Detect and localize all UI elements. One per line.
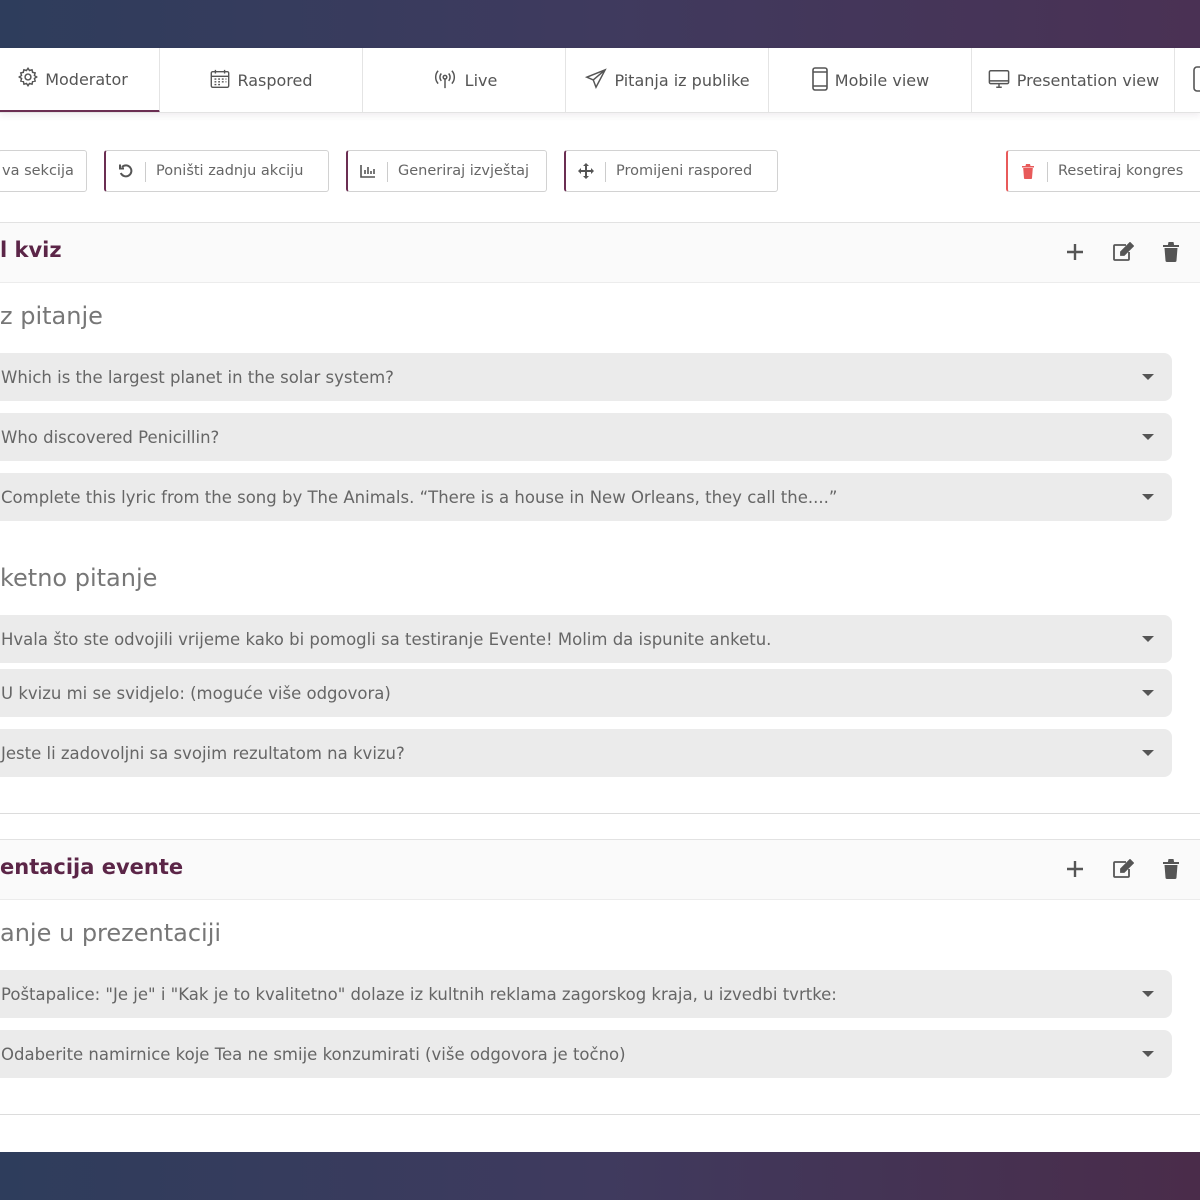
section-title: l kviz	[0, 238, 62, 262]
question-text: Which is the largest planet in the solar…	[1, 367, 394, 387]
undo-icon	[106, 151, 146, 191]
bottom-footer-bar	[0, 1152, 1200, 1200]
section-header: l kviz	[0, 222, 1200, 283]
plus-icon[interactable]	[1064, 858, 1086, 880]
caret-down-icon[interactable]	[1142, 494, 1154, 500]
caret-down-icon[interactable]	[1142, 636, 1154, 642]
mobile-icon	[811, 66, 829, 95]
calendar-icon	[209, 68, 231, 94]
group-title: ketno pitanje	[0, 564, 158, 592]
bar-chart-icon	[348, 151, 388, 191]
group-title: anje u prezentaciji	[0, 919, 222, 947]
question-text: Odaberite namirnice koje Tea ne smije ko…	[1, 1044, 626, 1064]
trash-icon	[1008, 151, 1048, 191]
paper-plane-icon	[584, 67, 608, 94]
question-row[interactable]: U kvizu mi se svidjelo: (moguće više odg…	[0, 669, 1172, 717]
question-text: U kvizu mi se svidjelo: (moguće više odg…	[1, 683, 391, 703]
new-section-button[interactable]: va sekcija	[0, 150, 87, 192]
rearrange-label: Promijeni raspored	[616, 163, 753, 179]
tab-label: Live	[464, 71, 498, 90]
undo-button[interactable]: Poništi zadnju akciju	[104, 150, 329, 192]
question-row[interactable]: Poštapalice: "Je je" i "Kak je to kvalit…	[0, 970, 1172, 1018]
main-tabs: Moderator Raspored Live Pitanja iz publi…	[0, 48, 1200, 113]
generate-report-button[interactable]: Generiraj izvještaj	[346, 150, 547, 192]
question-row[interactable]: Jeste li zadovoljni sa svojim rezultatom…	[0, 729, 1172, 777]
question-text: Jeste li zadovoljni sa svojim rezultatom…	[1, 743, 405, 763]
caret-down-icon[interactable]	[1142, 434, 1154, 440]
question-row[interactable]: Odaberite namirnice koje Tea ne smije ko…	[0, 1030, 1172, 1078]
tab-live[interactable]: Live	[363, 48, 566, 112]
question-text: Poštapalice: "Je je" i "Kak je to kvalit…	[1, 984, 837, 1004]
tab-mobile-view[interactable]: Mobile view	[769, 48, 972, 112]
edit-icon[interactable]	[1112, 241, 1134, 263]
move-arrows-icon	[566, 151, 606, 191]
tab-more[interactable]	[1175, 48, 1200, 112]
question-text: Hvala što ste odvojili vrijeme kako bi p…	[1, 629, 772, 649]
broadcast-icon	[431, 68, 459, 94]
caret-down-icon[interactable]	[1142, 690, 1154, 696]
tab-more-icon	[1193, 65, 1200, 96]
tab-raspored[interactable]: Raspored	[160, 48, 363, 112]
new-section-label: va sekcija	[2, 163, 74, 179]
tab-pitanja-iz-publike[interactable]: Pitanja iz publike	[566, 48, 769, 112]
section-title: entacija evente	[0, 855, 184, 879]
question-row[interactable]: Which is the largest planet in the solar…	[0, 353, 1172, 401]
generate-report-label: Generiraj izvještaj	[398, 163, 530, 179]
group-title: z pitanje	[0, 302, 103, 330]
edit-icon[interactable]	[1112, 858, 1134, 880]
caret-down-icon[interactable]	[1142, 991, 1154, 997]
question-row[interactable]: Who discovered Penicillin?	[0, 413, 1172, 461]
trash-icon[interactable]	[1160, 241, 1182, 263]
reset-congress-button[interactable]: Resetiraj kongres	[1006, 150, 1200, 192]
caret-down-icon[interactable]	[1142, 374, 1154, 380]
question-text: Complete this lyric from the song by The…	[1, 487, 838, 507]
caret-down-icon[interactable]	[1142, 750, 1154, 756]
reset-congress-label: Resetiraj kongres	[1058, 163, 1184, 179]
section-header: entacija evente	[0, 839, 1200, 900]
tab-label: Mobile view	[834, 71, 930, 90]
question-text: Who discovered Penicillin?	[1, 427, 220, 447]
tab-label: Moderator	[45, 69, 128, 89]
plus-icon[interactable]	[1064, 241, 1086, 263]
undo-label: Poništi zadnju akciju	[156, 163, 304, 179]
tab-label: Presentation view	[1016, 71, 1160, 90]
caret-down-icon[interactable]	[1142, 1051, 1154, 1057]
gear-icon	[17, 66, 39, 92]
desktop-icon	[987, 68, 1011, 94]
tab-presentation-view[interactable]: Presentation view	[972, 48, 1175, 112]
section-divider	[0, 1114, 1200, 1115]
tab-moderator[interactable]: Moderator	[0, 48, 160, 112]
question-row[interactable]: Hvala što ste odvojili vrijeme kako bi p…	[0, 615, 1172, 663]
trash-icon[interactable]	[1160, 858, 1182, 880]
question-row[interactable]: Complete this lyric from the song by The…	[0, 473, 1172, 521]
top-header-bar	[0, 0, 1200, 48]
tab-label: Raspored	[237, 71, 313, 90]
section-divider	[0, 813, 1200, 814]
tab-label: Pitanja iz publike	[614, 71, 750, 90]
rearrange-button[interactable]: Promijeni raspored	[564, 150, 778, 192]
